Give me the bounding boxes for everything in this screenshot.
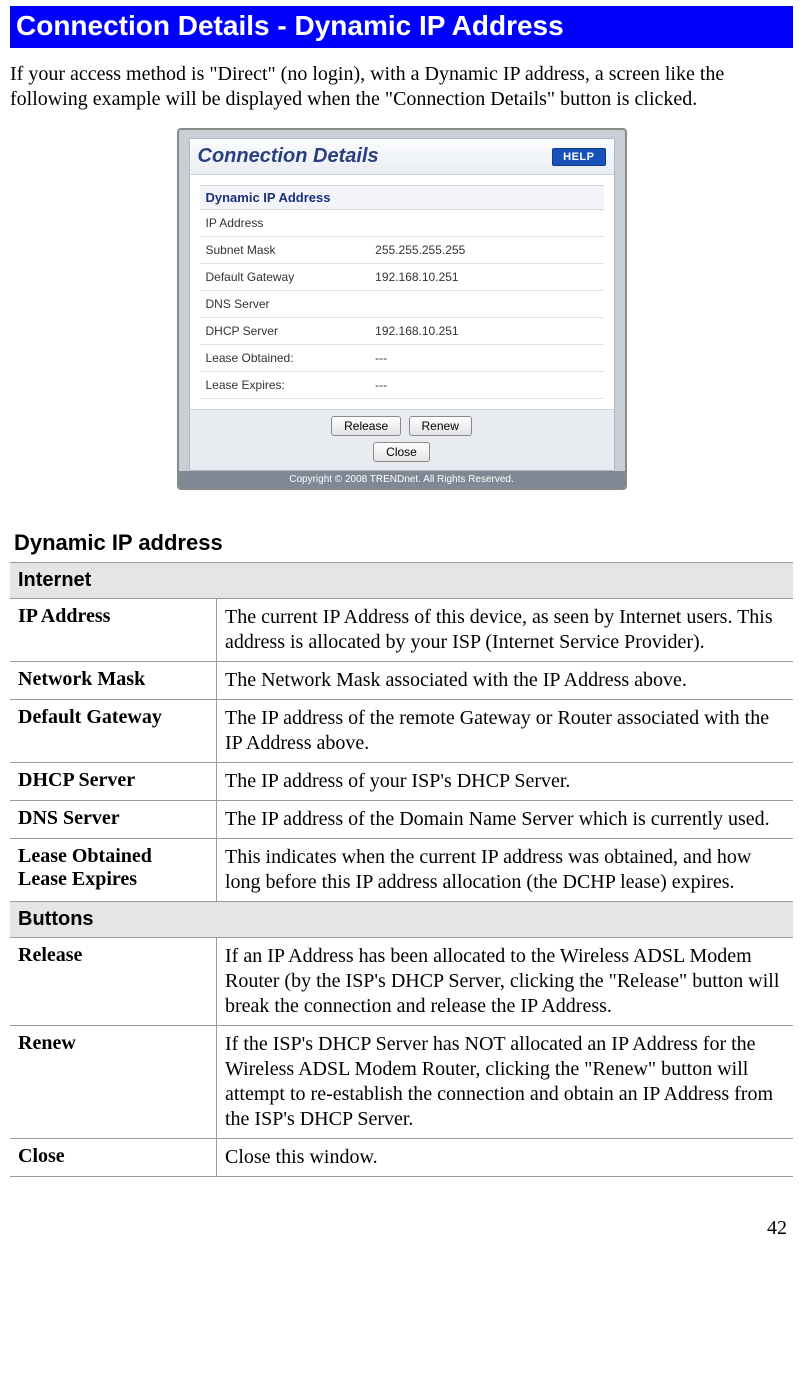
- definition: The IP address of your ISP's DHCP Server…: [217, 763, 794, 801]
- row-label: Lease Obtained:: [200, 345, 370, 372]
- term: DNS Server: [10, 801, 217, 839]
- term: Lease Obtained Lease Expires: [10, 839, 217, 902]
- intro-paragraph: If your access method is "Direct" (no lo…: [10, 62, 793, 112]
- definition: If an IP Address has been allocated to t…: [217, 938, 794, 1026]
- table-row: Lease Obtained:---: [200, 345, 604, 372]
- term: Close: [10, 1139, 217, 1177]
- screenshot-window: Connection Details HELP Dynamic IP Addre…: [177, 128, 627, 490]
- definition: The current IP Address of this device, a…: [217, 599, 794, 662]
- row-value: 192.168.10.251: [369, 318, 603, 345]
- section-header-row: Buttons: [10, 902, 793, 938]
- term: Network Mask: [10, 662, 217, 700]
- table-row: Network MaskThe Network Mask associated …: [10, 662, 793, 700]
- table-row: Lease Obtained Lease ExpiresThis indicat…: [10, 839, 793, 902]
- screenshot-section-title: Dynamic IP Address: [200, 185, 604, 210]
- description-table: Internet IP AddressThe current IP Addres…: [10, 562, 793, 1177]
- definition: This indicates when the current IP addre…: [217, 839, 794, 902]
- row-label: DNS Server: [200, 291, 370, 318]
- row-value: ---: [369, 345, 603, 372]
- table-row: IP AddressThe current IP Address of this…: [10, 599, 793, 662]
- row-label: IP Address: [200, 210, 370, 237]
- row-value: [369, 210, 603, 237]
- row-value: [369, 291, 603, 318]
- table-row: Lease Expires:---: [200, 372, 604, 399]
- table-row: Default GatewayThe IP address of the rem…: [10, 700, 793, 763]
- table-row: DNS Server: [200, 291, 604, 318]
- row-label: Default Gateway: [200, 264, 370, 291]
- release-button[interactable]: Release: [331, 416, 401, 436]
- table-row: RenewIf the ISP's DHCP Server has NOT al…: [10, 1026, 793, 1139]
- definition: The IP address of the remote Gateway or …: [217, 700, 794, 763]
- definition: Close this window.: [217, 1139, 794, 1177]
- section-header: Internet: [10, 563, 793, 599]
- term: DHCP Server: [10, 763, 217, 801]
- row-label: DHCP Server: [200, 318, 370, 345]
- table-row: DHCP Server192.168.10.251: [200, 318, 604, 345]
- row-label: Subnet Mask: [200, 237, 370, 264]
- table-row: DNS ServerThe IP address of the Domain N…: [10, 801, 793, 839]
- definition: If the ISP's DHCP Server has NOT allocat…: [217, 1026, 794, 1139]
- term: Release: [10, 938, 217, 1026]
- screenshot-data-table: IP Address Subnet Mask255.255.255.255 De…: [200, 210, 604, 399]
- screenshot-footer: Copyright © 2008 TRENDnet. All Rights Re…: [179, 471, 625, 488]
- renew-button[interactable]: Renew: [409, 416, 472, 436]
- screenshot-title: Connection Details: [198, 145, 379, 168]
- term: Default Gateway: [10, 700, 217, 763]
- table-row: CloseClose this window.: [10, 1139, 793, 1177]
- row-value: 255.255.255.255: [369, 237, 603, 264]
- close-button[interactable]: Close: [373, 442, 430, 462]
- table-row: IP Address: [200, 210, 604, 237]
- section-header: Buttons: [10, 902, 793, 938]
- row-value: ---: [369, 372, 603, 399]
- help-button[interactable]: HELP: [552, 148, 605, 166]
- row-label: Lease Expires:: [200, 372, 370, 399]
- row-value: 192.168.10.251: [369, 264, 603, 291]
- page-title: Connection Details - Dynamic IP Address: [10, 6, 793, 48]
- table-row: ReleaseIf an IP Address has been allocat…: [10, 938, 793, 1026]
- screenshot-container: Connection Details HELP Dynamic IP Addre…: [10, 128, 793, 490]
- table-row: Default Gateway192.168.10.251: [200, 264, 604, 291]
- definition: The Network Mask associated with the IP …: [217, 662, 794, 700]
- table-row: DHCP ServerThe IP address of your ISP's …: [10, 763, 793, 801]
- section-header-row: Internet: [10, 563, 793, 599]
- table-row: Subnet Mask255.255.255.255: [200, 237, 604, 264]
- page-number: 42: [10, 1217, 793, 1240]
- subheading: Dynamic IP address: [14, 530, 793, 556]
- term: Renew: [10, 1026, 217, 1139]
- definition: The IP address of the Domain Name Server…: [217, 801, 794, 839]
- term: IP Address: [10, 599, 217, 662]
